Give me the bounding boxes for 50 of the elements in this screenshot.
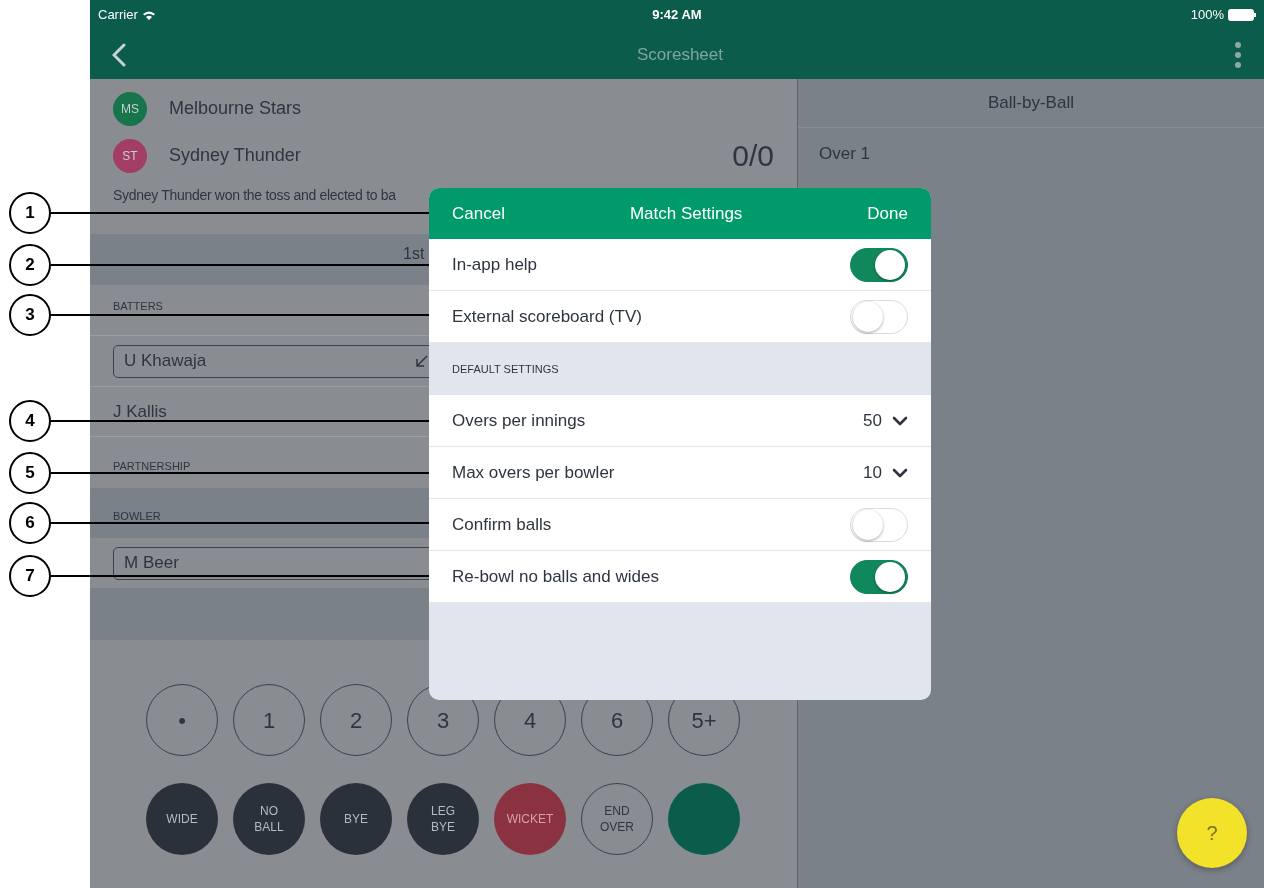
setting-label: Re-bowl no balls and wides (452, 565, 659, 588)
value-dropdown[interactable]: 50 (863, 407, 908, 434)
toss-text: Sydney Thunder won the toss and elected to ba (113, 186, 396, 205)
cancel-button[interactable]: Cancel (452, 200, 505, 227)
batter-name: J Kallis (113, 400, 167, 423)
section-label: BOWLER (113, 508, 161, 524)
section-label: PARTNERSHIP (113, 458, 191, 474)
battery-icon (1228, 9, 1256, 21)
carrier-label: Carrier (98, 6, 138, 25)
team-badge: MS (113, 91, 147, 126)
over-label: Over 1 (819, 143, 871, 166)
section-label: DEFAULT SETTINGS (452, 361, 559, 377)
team-name: Melbourne Stars (169, 97, 303, 120)
extra-button[interactable]: BYE (320, 783, 392, 855)
chevron-down-icon (892, 415, 908, 426)
back-icon[interactable] (112, 42, 126, 67)
score: 0/0 (732, 138, 774, 174)
more-icon[interactable] (1234, 40, 1242, 69)
setting-label: In-app help (452, 253, 538, 276)
wifi-icon (141, 9, 156, 21)
chevron-down-icon (892, 467, 908, 478)
done-button[interactable]: Done (867, 200, 908, 227)
team-name: Sydney Thunder (169, 144, 302, 167)
callout-marker: 3 (9, 294, 51, 336)
setting-label: Overs per innings (452, 409, 586, 432)
setting-label: Max overs per bowler (452, 461, 615, 484)
extra-button[interactable]: NO BALL (233, 783, 305, 855)
callout-marker: 5 (9, 452, 51, 494)
innings-tab[interactable]: 1st (403, 242, 425, 266)
nav-title: Scoresheet (637, 43, 723, 66)
callout-marker: 6 (9, 502, 51, 544)
clock-time: 9:42 AM (652, 6, 702, 25)
value-dropdown[interactable]: 10 (863, 459, 908, 486)
callout-marker: 2 (9, 244, 51, 286)
team-badge: ST (113, 138, 147, 173)
dialog-title: Match Settings (629, 202, 743, 225)
callout-marker: 7 (9, 555, 51, 597)
setting-label: External scoreboard (TV) (452, 305, 642, 328)
battery-percent: 100% (1190, 6, 1224, 25)
toggle-switch[interactable] (850, 559, 908, 594)
arrow-icon (416, 355, 428, 367)
extra-button[interactable]: WIDE (146, 783, 218, 855)
section-label: BATTERS (113, 298, 163, 314)
extra-button[interactable]: WICKET (494, 783, 566, 855)
callout-marker: 1 (9, 192, 51, 234)
callout-marker: 4 (9, 400, 51, 442)
toggle-switch[interactable] (850, 247, 908, 282)
panel-title: Ball-by-Ball (988, 92, 1074, 115)
extra-button[interactable]: LEG BYE (407, 783, 479, 855)
setting-label: Confirm balls (452, 513, 552, 536)
